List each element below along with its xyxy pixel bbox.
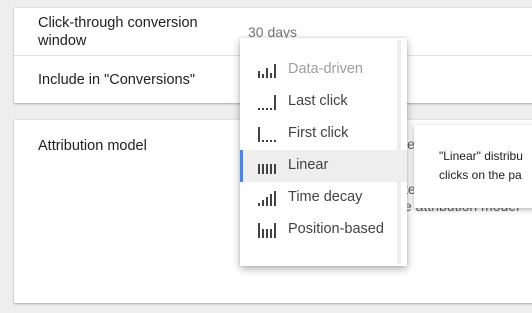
click-through-window-label-line2: window: [38, 33, 87, 49]
data-driven-icon: [258, 62, 280, 78]
menu-item-linear[interactable]: Linear: [240, 150, 407, 182]
time-decay-icon: [258, 190, 280, 206]
first-click-icon: [258, 126, 280, 142]
menu-item-label: Position-based: [288, 221, 384, 237]
menu-item-label: Data-driven: [288, 61, 363, 77]
menu-item-last-click[interactable]: Last click: [240, 86, 407, 118]
position-based-icon: [258, 222, 280, 238]
menu-item-data-driven: Data-driven: [240, 54, 407, 86]
menu-scrollbar[interactable]: [397, 40, 401, 264]
menu-item-label: First click: [288, 125, 349, 141]
menu-item-first-click[interactable]: First click: [240, 118, 407, 150]
tooltip-text: "Linear" distribu clicks on the pa: [439, 147, 532, 185]
menu-item-time-decay[interactable]: Time decay: [240, 182, 407, 214]
include-in-conversions-label: Include in "Conversions": [38, 72, 195, 88]
menu-item-label: Time decay: [288, 189, 363, 205]
linear-icon: [258, 158, 280, 174]
attribution-model-menu: Data-driven Last click First click Linea…: [240, 38, 407, 266]
menu-item-label: Linear: [288, 157, 329, 173]
last-click-icon: [258, 94, 280, 110]
linear-model-tooltip: "Linear" distribu clicks on the pa: [414, 125, 532, 208]
tooltip-line-1: "Linear" distribu: [439, 149, 523, 163]
tooltip-line-2: clicks on the pa: [439, 168, 522, 182]
click-through-window-label: Click-through conversion window: [38, 14, 198, 50]
menu-item-position-based[interactable]: Position-based: [240, 214, 407, 246]
menu-item-label: Last click: [288, 93, 348, 109]
attribution-model-label: Attribution model: [38, 138, 147, 154]
click-through-window-label-line1: Click-through conversion: [38, 15, 198, 31]
